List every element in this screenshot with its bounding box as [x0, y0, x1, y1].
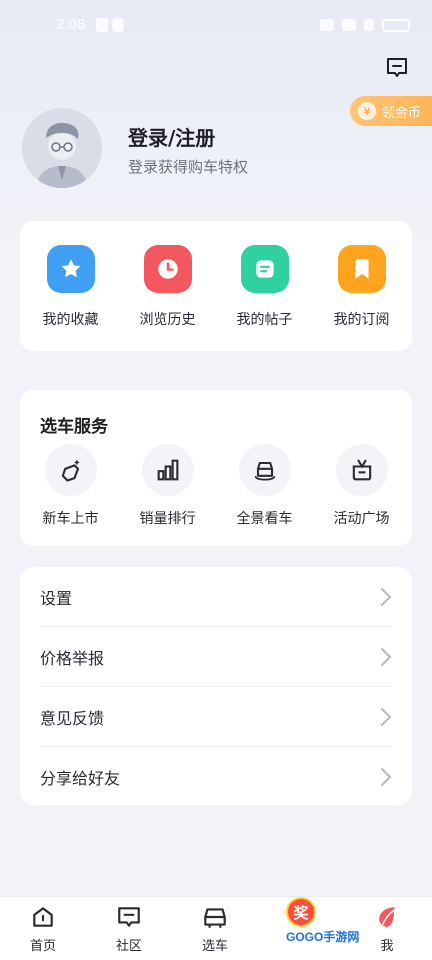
notification-icon [112, 18, 124, 32]
feedback-row[interactable]: 意见反馈 [40, 687, 392, 747]
home-icon [29, 903, 57, 931]
car-services-title: 选车服务 [40, 417, 108, 437]
sales-ranking-button[interactable]: 销量排行 [123, 444, 213, 528]
panorama-label: 全景看车 [236, 511, 293, 527]
price-report-row[interactable]: 价格举报 [40, 627, 392, 687]
tab-home-label: 首页 [29, 939, 56, 954]
clock-icon [143, 245, 192, 293]
watermark-logo: GOGO手游网 [286, 930, 360, 944]
chevron-right-icon [381, 648, 392, 666]
chevron-right-icon [381, 588, 392, 606]
tab-community[interactable]: 社区 [94, 903, 164, 954]
settings-row[interactable]: 设置 [40, 567, 392, 627]
status-icons [320, 18, 410, 32]
favorites-button[interactable]: 我的收藏 [26, 245, 116, 329]
claim-coin-button[interactable]: ¥ 领金币 [350, 96, 432, 126]
car-services-card: 选车服务 新车上市 销量排行 全景看车 活动广场 [20, 390, 412, 546]
chevron-right-icon [381, 768, 392, 786]
signal-icon [364, 19, 374, 31]
default-avatar-icon [22, 108, 102, 188]
ranking-icon [141, 444, 194, 496]
claim-coin-label: 领金币 [382, 105, 422, 121]
my-posts-label: 我的帖子 [236, 312, 293, 328]
message-button[interactable] [384, 55, 410, 81]
settings-card: 设置 价格举报 意见反馈 分享给好友 [20, 567, 412, 805]
login-register-link[interactable]: 登录/注册 [128, 122, 215, 151]
car-icon [201, 903, 229, 931]
status-time: 2:08 [56, 16, 86, 33]
status-bar: 2:08 [0, 0, 432, 52]
share-row[interactable]: 分享给好友 [40, 747, 392, 807]
activity-square-label: 活动广场 [333, 511, 390, 527]
me-icon [373, 903, 401, 931]
wifi-icon [342, 19, 356, 31]
settings-label: 设置 [40, 589, 73, 608]
tab-choose-car[interactable]: 选车 [180, 903, 250, 954]
avatar[interactable] [22, 108, 102, 188]
tab-me[interactable]: 我 [352, 903, 422, 954]
share-label: 分享给好友 [40, 769, 121, 788]
battery-icon [382, 18, 410, 32]
bookmark-icon [337, 245, 386, 293]
tab-reward[interactable]: 奖 [266, 897, 336, 927]
new-car-icon [44, 444, 97, 496]
favorites-label: 我的收藏 [42, 312, 99, 328]
new-cars-label: 新车上市 [42, 511, 99, 527]
sales-ranking-label: 销量排行 [139, 511, 196, 527]
feedback-label: 意见反馈 [40, 709, 105, 728]
subscriptions-button[interactable]: 我的订阅 [317, 245, 407, 329]
login-benefit-text: 登录获得购车特权 [128, 158, 249, 176]
message-icon [387, 58, 407, 77]
my-posts-button[interactable]: 我的帖子 [220, 245, 310, 329]
post-icon [240, 245, 289, 293]
mute-icon [320, 19, 334, 31]
sim-icon [96, 18, 108, 32]
gift-icon [335, 444, 388, 496]
history-label: 浏览历史 [139, 312, 196, 328]
reward-icon: 奖 [286, 897, 316, 927]
profile-section[interactable]: 登录/注册 登录获得购车特权 [22, 108, 342, 190]
bottom-tab-bar: 首页 社区 选车 奖 我 [0, 896, 432, 960]
tab-home[interactable]: 首页 [8, 903, 78, 954]
price-report-label: 价格举报 [40, 649, 105, 668]
tab-me-label: 我 [380, 939, 394, 954]
quick-actions-card: 我的收藏 浏览历史 我的帖子 我的订阅 [20, 221, 412, 351]
tab-community-label: 社区 [115, 939, 142, 954]
panorama-button[interactable]: 全景看车 [220, 444, 310, 528]
community-icon [115, 903, 143, 931]
panorama-car-icon [238, 444, 291, 496]
subscriptions-label: 我的订阅 [333, 312, 390, 328]
chevron-right-icon [381, 708, 392, 726]
history-button[interactable]: 浏览历史 [123, 245, 213, 329]
tab-choose-car-label: 选车 [201, 939, 228, 954]
new-cars-button[interactable]: 新车上市 [26, 444, 116, 528]
coin-icon: ¥ [358, 102, 376, 120]
star-icon [46, 245, 95, 293]
activity-square-button[interactable]: 活动广场 [317, 444, 407, 528]
